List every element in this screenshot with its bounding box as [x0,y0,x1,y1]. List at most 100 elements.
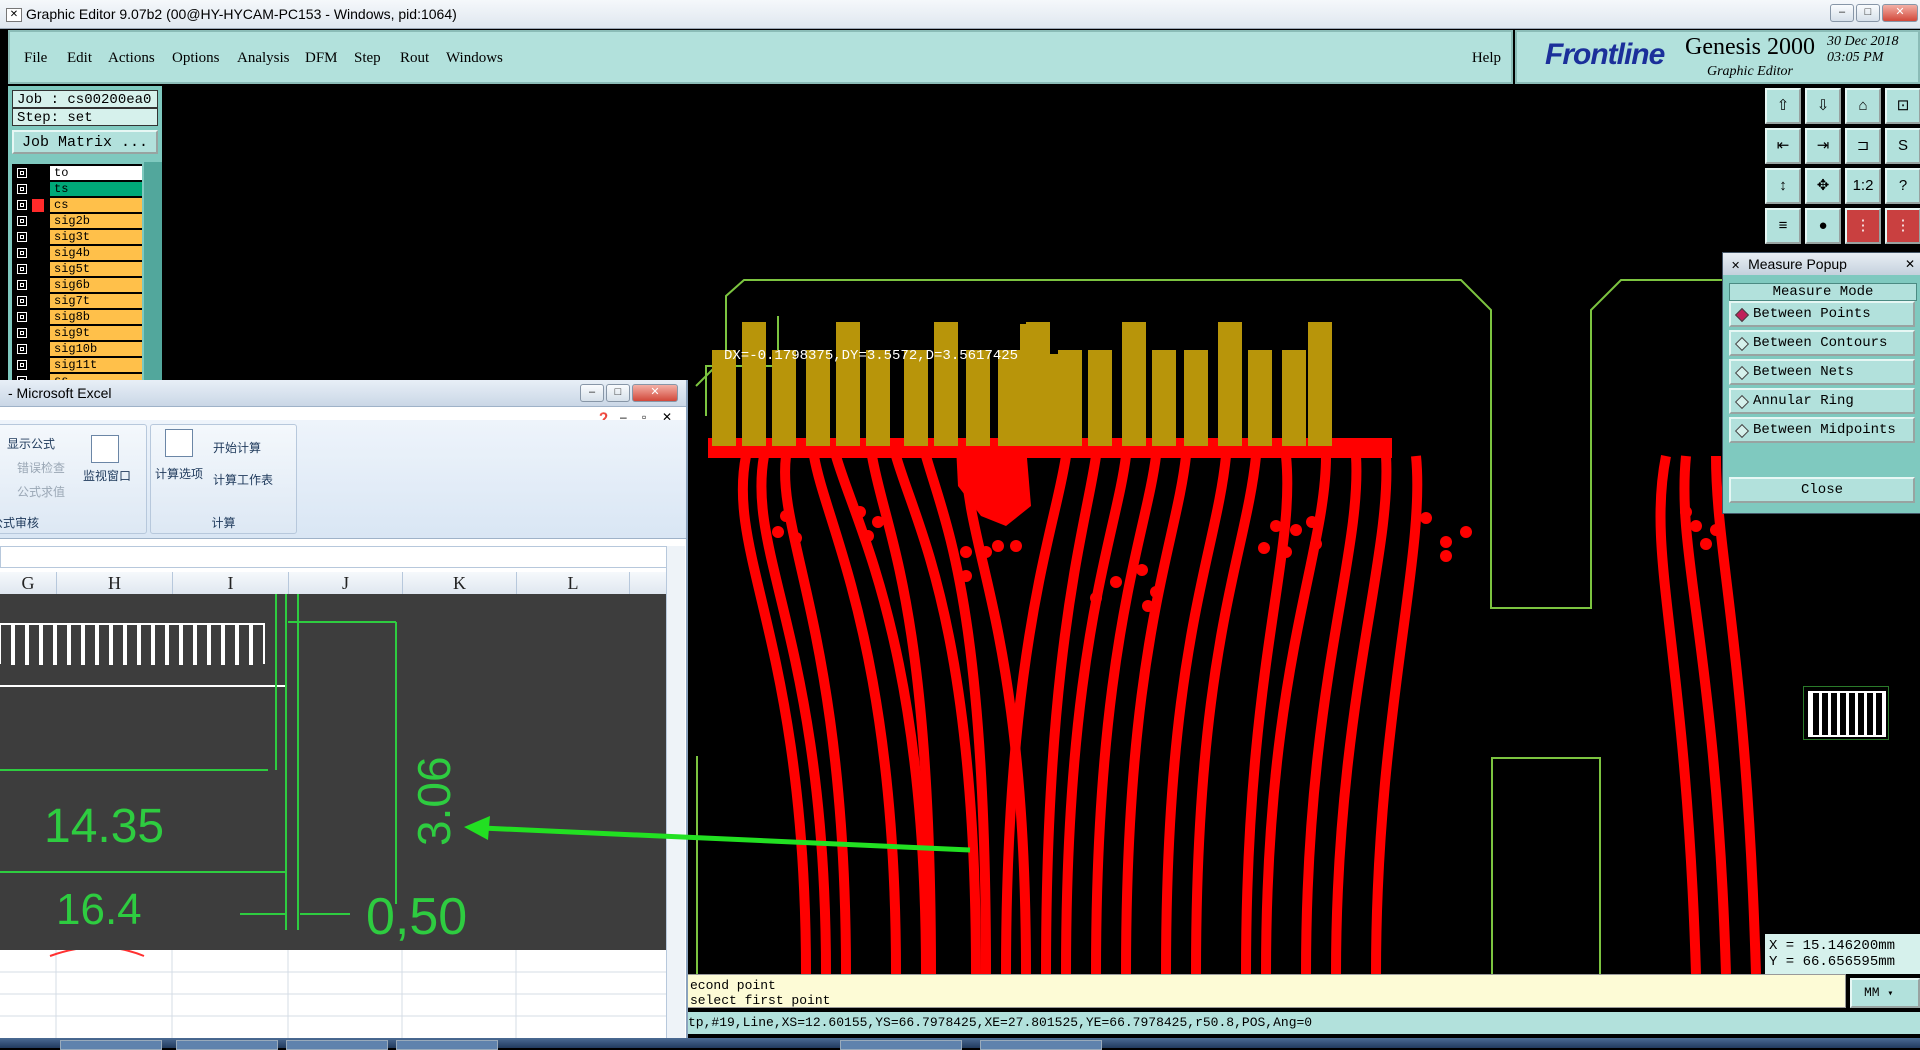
mini-map[interactable] [1803,686,1889,740]
menu-windows[interactable]: Windows [446,50,503,67]
taskbar-item[interactable] [840,1040,962,1050]
layer-name[interactable]: to [50,166,142,180]
menu-help[interactable]: Help [1472,50,1501,67]
layer-row-ts[interactable]: ts [12,182,142,197]
option-between-nets[interactable]: Between Nets [1729,359,1915,385]
measure-close-button[interactable]: Close [1729,477,1915,503]
job-matrix-button[interactable]: Job Matrix ... [12,130,158,154]
option-between-points[interactable]: Between Points [1729,301,1915,327]
error-check-button[interactable]: 错误检查 [17,459,65,476]
layer-row-sig7t[interactable]: sig7t [12,294,142,309]
taskbar-item[interactable] [286,1040,388,1050]
taskbar-item[interactable] [396,1040,498,1050]
calc-options-button[interactable]: 计算选项 [155,465,203,482]
col-header-g[interactable]: G [0,572,57,594]
layer-name[interactable]: ts [50,182,142,196]
fit-vertical-icon[interactable]: ↕ [1765,168,1801,204]
col-header-l[interactable]: L [517,572,630,594]
menu-options[interactable]: Options [172,50,220,67]
snap-icon[interactable]: ⊡ [1885,88,1920,124]
measure-popup-title-bar[interactable]: ✕ Measure Popup ✕ [1723,253,1920,275]
layer-checkbox[interactable] [17,184,27,194]
toggle-icon[interactable]: ⊐ [1845,128,1881,164]
home-icon[interactable]: ⌂ [1845,88,1881,124]
zoom-home-icon[interactable]: ⇧ [1765,88,1801,124]
menu-analysis[interactable]: Analysis [237,50,290,67]
net2-icon[interactable]: ⋮ [1885,208,1920,244]
layer-row-sig5t[interactable]: sig5t [12,262,142,277]
layer-name[interactable]: sig3t [50,230,142,244]
pan-right-icon[interactable]: ⇥ [1805,128,1841,164]
maximize-button[interactable]: □ [1856,4,1880,22]
excel-maximize-button[interactable]: □ [606,384,630,402]
layer-name[interactable]: sig5t [50,262,142,276]
layer-checkbox[interactable] [17,328,27,338]
layer-checkbox[interactable] [17,168,27,178]
measure-icon[interactable]: ● [1805,208,1841,244]
excel-close-button[interactable]: ✕ [632,384,678,402]
layer-row-sig8b[interactable]: sig8b [12,310,142,325]
taskbar-item[interactable] [176,1040,278,1050]
layer-row-cs[interactable]: cs [12,198,142,213]
option-between-midpoints[interactable]: Between Midpoints [1729,417,1915,443]
show-formulas-button[interactable]: 显示公式 [7,435,55,452]
excel-title-bar[interactable]: - Microsoft Excel – □ ✕ [0,380,686,407]
layer-name[interactable]: sig8b [50,310,142,324]
measure-close-icon[interactable]: ✕ [1905,253,1915,275]
layer-checkbox[interactable] [17,264,27,274]
layer-row-sig4b[interactable]: sig4b [12,246,142,261]
layer-checkbox[interactable] [17,312,27,322]
menu-rout[interactable]: Rout [400,50,429,67]
calc-now-button[interactable]: 开始计算 [213,439,261,456]
menu-edit[interactable]: Edit [67,50,92,67]
settings-icon[interactable]: ≡ [1765,208,1801,244]
taskbar-item[interactable] [980,1040,1102,1050]
menu-step[interactable]: Step [354,50,381,67]
layer-row-sig10b[interactable]: sig10b [12,342,142,357]
calc-sheet-button[interactable]: 计算工作表 [213,471,273,488]
help-icon[interactable]: ? [1885,168,1920,204]
option-between-contours[interactable]: Between Contours [1729,330,1915,356]
layer-name[interactable]: sig11t [50,358,142,372]
col-header-k[interactable]: K [403,572,517,594]
layer-name[interactable]: sig9t [50,326,142,340]
close-button[interactable]: ✕ [1882,4,1918,22]
net-icon[interactable]: ⋮ [1845,208,1881,244]
excel-cells[interactable] [0,946,666,1040]
layer-checkbox[interactable] [17,216,27,226]
watch-window-icon[interactable] [91,435,119,463]
menu-actions[interactable]: Actions [108,50,155,67]
excel-vertical-scrollbar[interactable] [666,546,685,1040]
fit-screen-icon[interactable]: ✥ [1805,168,1841,204]
layer-name[interactable]: sig2b [50,214,142,228]
layer-scrollbar[interactable] [144,162,162,384]
layer-checkbox[interactable] [17,232,27,242]
minimize-button[interactable]: – [1830,4,1854,22]
excel-minimize-button[interactable]: – [580,384,604,402]
layer-row-sig11t[interactable]: sig11t [12,358,142,373]
watch-window-button[interactable]: 监视窗口 [83,467,131,484]
layer-checkbox[interactable] [17,296,27,306]
unit-selector[interactable]: MM ▾ [1850,978,1920,1008]
layer-name[interactable]: cs [50,198,142,212]
option-annular-ring[interactable]: Annular Ring [1729,388,1915,414]
layer-checkbox[interactable] [17,248,27,258]
layer-row-sig3t[interactable]: sig3t [12,230,142,245]
taskbar-item[interactable] [60,1040,162,1050]
col-header-i[interactable]: I [173,572,289,594]
formula-bar[interactable] [0,546,672,568]
menu-file[interactable]: File [24,50,47,67]
layer-row-sig2b[interactable]: sig2b [12,214,142,229]
layer-checkbox[interactable] [17,280,27,290]
layer-name[interactable]: sig6b [50,278,142,292]
layer-row-to[interactable]: to [12,166,142,181]
col-header-h[interactable]: H [57,572,173,594]
layer-checkbox[interactable] [17,344,27,354]
layer-name[interactable]: sig10b [50,342,142,356]
calc-options-icon[interactable] [165,429,193,457]
evaluate-formula-button[interactable]: 公式求值 [17,483,65,500]
layer-name[interactable]: sig7t [50,294,142,308]
layer-row-sig9t[interactable]: sig9t [12,326,142,341]
zoom-1-2-icon[interactable]: 1:2 [1845,168,1881,204]
col-header-j[interactable]: J [289,572,403,594]
